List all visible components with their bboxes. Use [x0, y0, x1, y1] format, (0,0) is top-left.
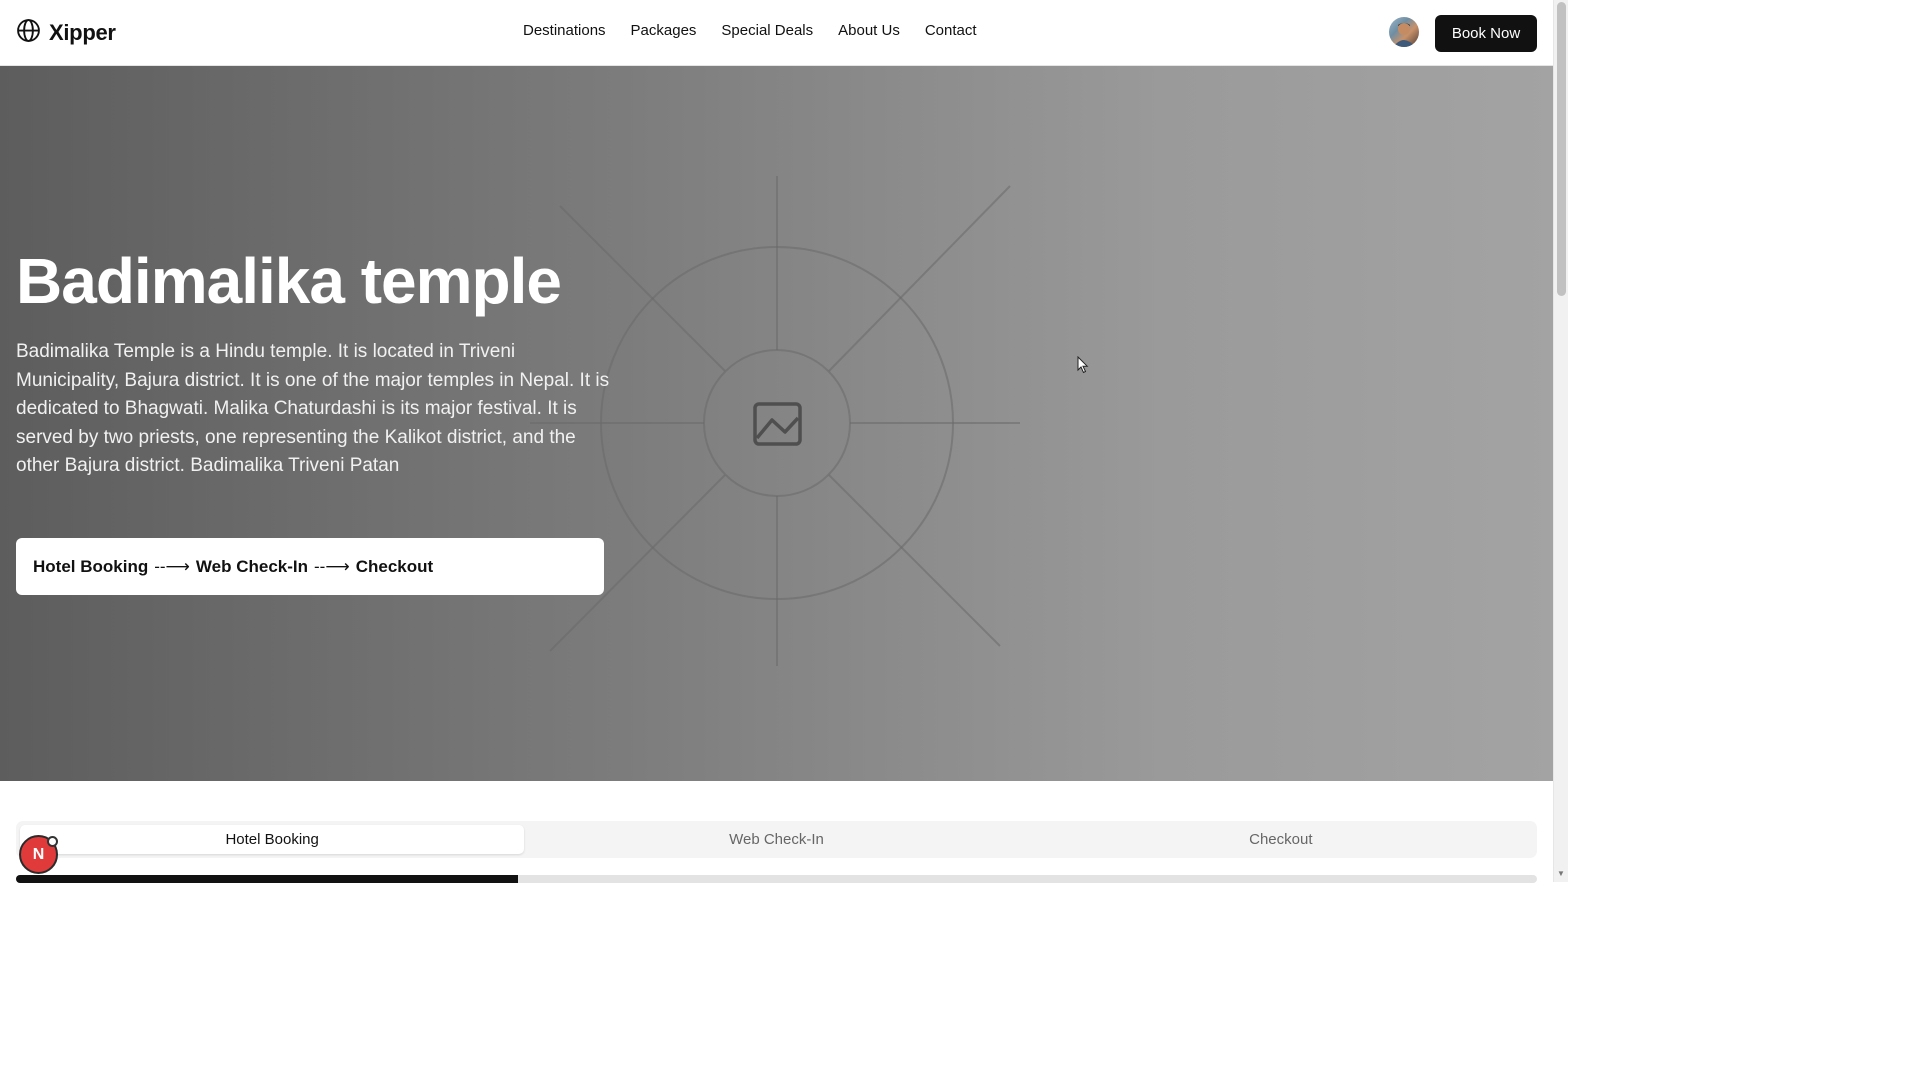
status-dot — [47, 836, 58, 847]
booking-flow: Hotel Booking --⟶ Web Check-In --⟶ Check… — [16, 538, 604, 595]
tab-web-check-in[interactable]: Web Check-In — [524, 825, 1028, 854]
hero-section: Badimalika temple Badimalika Temple is a… — [0, 66, 1553, 781]
nav-link-about-us[interactable]: About Us — [838, 22, 900, 39]
progress-fill — [16, 875, 518, 883]
flow-arrow-icon: --⟶ — [154, 556, 190, 576]
nav-link-packages[interactable]: Packages — [631, 22, 697, 39]
tab-hotel-booking[interactable]: Hotel Booking — [20, 825, 525, 854]
flow-step-web-check-in: Web Check-In — [195, 556, 309, 576]
book-now-button[interactable]: Book Now — [1435, 15, 1537, 52]
cursor-icon — [1077, 356, 1089, 374]
flow-step-checkout: Checkout — [355, 556, 434, 576]
progress-bar — [16, 875, 1537, 883]
booking-tabs: Hotel Booking Web Check-In Checkout — [16, 821, 1537, 858]
nav-link-contact[interactable]: Contact — [925, 22, 977, 39]
scrollbar-thumb[interactable] — [1557, 2, 1566, 296]
hero-description: Badimalika Temple is a Hindu temple. It … — [16, 341, 610, 477]
nav-link-special-deals[interactable]: Special Deals — [721, 22, 813, 39]
hero-title: Badimalika temple — [16, 245, 562, 317]
tab-checkout[interactable]: Checkout — [1029, 825, 1533, 854]
page-scrollbar[interactable]: ▼ — [1553, 0, 1568, 882]
globe-icon — [16, 18, 41, 48]
brand-name: Xipper — [49, 20, 116, 45]
flow-step-hotel-booking: Hotel Booking — [33, 556, 149, 576]
user-avatar[interactable] — [1389, 17, 1419, 47]
scroll-down-arrow-icon[interactable]: ▼ — [1557, 869, 1565, 878]
site-header: Xipper Destinations Packages Special Dea… — [0, 0, 1553, 66]
main-nav: Destinations Packages Special Deals Abou… — [523, 22, 977, 39]
flow-arrow-icon: --⟶ — [314, 556, 350, 576]
brand[interactable]: Xipper — [16, 18, 116, 48]
nav-link-destinations[interactable]: Destinations — [523, 22, 606, 39]
